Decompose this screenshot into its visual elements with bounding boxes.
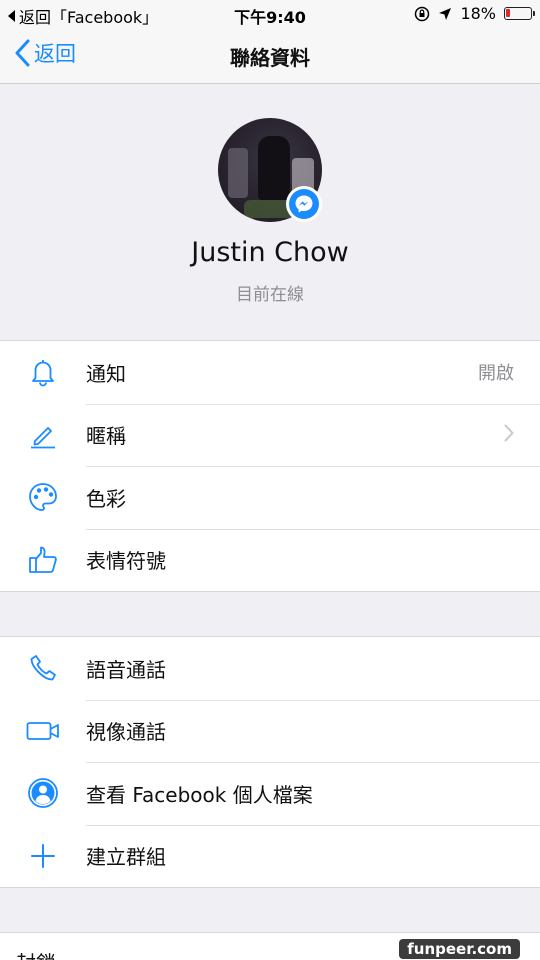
video-call-label: 視像通話 — [86, 720, 166, 745]
voice-call-label: 語音通話 — [86, 657, 166, 682]
profile-name: Justin Chow — [191, 237, 349, 268]
notifications-value: 開啟 — [478, 363, 514, 385]
nickname-label: 暱稱 — [86, 424, 126, 449]
row-notifications[interactable]: 通知 開啟 — [0, 341, 540, 404]
watermark: funpeer.com — [399, 939, 520, 959]
profile-icon — [26, 776, 60, 810]
bell-icon — [26, 355, 60, 389]
navigation-bar: 返回 聯絡資料 — [0, 28, 540, 84]
view-profile-label: 查看 Facebook 個人檔案 — [86, 782, 313, 807]
row-create-group[interactable]: 建立群組 — [0, 824, 540, 888]
row-color[interactable]: 色彩 — [0, 466, 540, 529]
phone-icon — [26, 651, 60, 685]
messenger-badge-icon — [286, 186, 322, 222]
status-right: 18% — [414, 4, 535, 23]
settings-section: 通知 開啟 暱稱 色彩 表情符號 — [0, 340, 540, 592]
palette-icon — [26, 480, 60, 514]
status-bar: 返回「Facebook」 下午9:40 18% — [0, 0, 540, 28]
page-title: 聯絡資料 — [230, 46, 310, 70]
plus-icon — [26, 839, 60, 873]
online-status: 目前在線 — [236, 285, 304, 305]
chevron-right-icon — [504, 424, 514, 446]
thumbs-up-icon — [26, 543, 60, 577]
battery-icon — [504, 7, 535, 20]
profile-header: Justin Chow 目前在線 — [0, 85, 540, 340]
row-nickname[interactable]: 暱稱 — [0, 403, 540, 467]
pencil-icon — [26, 418, 60, 452]
battery-fill — [506, 9, 510, 17]
row-view-profile[interactable]: 查看 Facebook 個人檔案 — [0, 762, 540, 825]
battery-percentage: 18% — [460, 4, 496, 23]
emoji-label: 表情符號 — [86, 549, 166, 574]
create-group-label: 建立群組 — [86, 845, 166, 870]
row-video-call[interactable]: 視像通話 — [0, 699, 540, 763]
actions-section: 語音通話 視像通話 查看 Facebook 個人檔案 建立群組 — [0, 636, 540, 888]
row-voice-call[interactable]: 語音通話 — [0, 637, 540, 700]
video-camera-icon — [26, 714, 60, 748]
row-emoji[interactable]: 表情符號 — [0, 528, 540, 592]
block-label: 封鎖 — [16, 947, 56, 960]
color-label: 色彩 — [86, 486, 126, 511]
orientation-lock-icon — [415, 6, 430, 21]
notifications-label: 通知 — [86, 361, 126, 386]
location-arrow-icon — [439, 7, 452, 20]
